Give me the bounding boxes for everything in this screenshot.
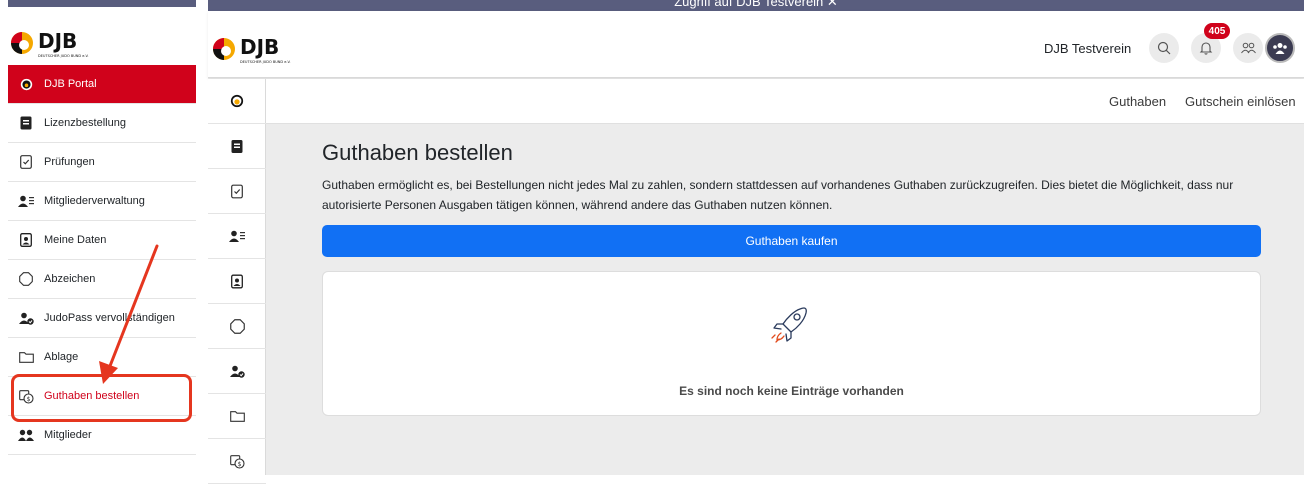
svg-text:DEUTSCHER JUDO BUND e.V.: DEUTSCHER JUDO BUND e.V. [240, 60, 291, 64]
club-name[interactable]: DJB Testverein [1044, 41, 1131, 56]
menu-item-label: Mitglieder [44, 429, 92, 441]
profile-card-icon [18, 232, 34, 248]
svg-text:DJB: DJB [240, 35, 279, 59]
member-management-icon [229, 230, 245, 242]
badge-octagon-icon [229, 318, 245, 334]
menu-item-label: Lizenzbestellung [44, 117, 126, 129]
sub-navigation: Guthaben Gutschein einlösen [266, 79, 1304, 124]
avatar-group-icon [1273, 43, 1287, 54]
djb-logo: DJB DEUTSCHER JUDO BUND e.V. [11, 29, 89, 58]
page-title: Guthaben bestellen [322, 140, 513, 165]
menu-item-label: Mitgliederverwaltung [44, 195, 145, 207]
folder-icon [229, 411, 245, 422]
menu-item-mitgliederverwaltung[interactable]: Mitgliederverwaltung [8, 182, 196, 221]
djb-header-logo[interactable]: DJB DEUTSCHER JUDO BUND e.V. [210, 30, 320, 70]
license-icon [231, 139, 243, 153]
rail-item-pruefungen[interactable] [208, 169, 266, 214]
rail-item-djb-portal[interactable] [208, 79, 266, 124]
empty-state-card: Es sind noch keine Einträge vorhanden [322, 271, 1261, 416]
search-icon [1157, 41, 1171, 55]
rail-item-guthaben-bestellen[interactable]: $ [208, 439, 266, 484]
menu-item-label: Abzeichen [44, 273, 96, 285]
subnav-link-gutschein-einloesen[interactable]: Gutschein einlösen [1185, 94, 1296, 109]
menu-item-label: DJB Portal [44, 78, 97, 90]
rocket-icon [771, 307, 807, 343]
user-check-icon [18, 310, 34, 326]
menu-item-label: Meine Daten [44, 234, 107, 246]
menu-item-ablage[interactable]: Ablage [8, 338, 196, 377]
djb-portal-icon [18, 76, 34, 92]
svg-text:$: $ [237, 461, 241, 468]
groups-button[interactable] [1233, 33, 1263, 63]
rail-item-judopass[interactable] [208, 349, 266, 394]
icon-rail: $ [208, 79, 266, 484]
exam-checklist-icon [231, 184, 243, 198]
rail-item-ablage[interactable] [208, 394, 266, 439]
folder-icon [18, 349, 34, 365]
menu-top-bar [8, 0, 196, 7]
badge-octagon-icon [18, 271, 34, 287]
exam-checklist-icon [18, 154, 34, 170]
rail-item-meine-daten[interactable] [208, 259, 266, 304]
user-check-icon [229, 365, 245, 378]
page-description: Guthaben ermöglicht es, bei Bestellungen… [322, 178, 1234, 212]
djb-portal-icon [230, 94, 244, 108]
svg-text:DJB: DJB [38, 29, 77, 53]
menu-item-abzeichen[interactable]: Abzeichen [8, 260, 196, 299]
menu-item-djb-portal[interactable]: DJB Portal [8, 65, 196, 104]
highlight-box [11, 374, 192, 422]
account-avatar-button[interactable] [1265, 33, 1295, 63]
app-window: Zugriff auf DJB Testverein ✕ DJB DEUTSCH… [208, 0, 1304, 484]
members-icon [18, 427, 34, 443]
svg-text:DEUTSCHER JUDO BUND e.V.: DEUTSCHER JUDO BUND e.V. [38, 54, 89, 58]
menu-item-judopass[interactable]: JudoPass vervollständigen [8, 299, 196, 338]
rail-item-abzeichen[interactable] [208, 304, 266, 349]
buy-credit-button[interactable]: Guthaben kaufen [322, 225, 1261, 257]
top-header: DJB DEUTSCHER JUDO BUND e.V. DJB Testver… [208, 11, 1304, 78]
menu-item-lizenzbestellung[interactable]: Lizenzbestellung [8, 104, 196, 143]
access-banner[interactable]: Zugriff auf DJB Testverein ✕ [208, 0, 1304, 11]
rail-item-lizenzbestellung[interactable] [208, 124, 266, 169]
users-icon [1240, 42, 1256, 54]
rail-item-mitgliederverwaltung[interactable] [208, 214, 266, 259]
menu-item-label: Ablage [44, 351, 79, 363]
menu-item-label: JudoPass vervollständigen [44, 312, 175, 324]
notification-count-badge: 405 [1204, 23, 1230, 39]
menu-item-pruefungen[interactable]: Prüfungen [8, 143, 196, 182]
license-icon [18, 115, 34, 131]
menu-item-label: Prüfungen [44, 156, 95, 168]
credit-order-icon: $ [229, 454, 245, 469]
menu-item-meine-daten[interactable]: Meine Daten [8, 221, 196, 260]
bell-icon [1199, 42, 1213, 55]
profile-card-icon [231, 274, 243, 288]
access-banner-text: Zugriff auf DJB Testverein ✕ [674, 0, 838, 9]
search-button[interactable] [1149, 33, 1179, 63]
subnav-link-guthaben[interactable]: Guthaben [1109, 94, 1166, 109]
empty-state-text: Es sind noch keine Einträge vorhanden [679, 384, 904, 398]
member-management-icon [18, 193, 34, 209]
